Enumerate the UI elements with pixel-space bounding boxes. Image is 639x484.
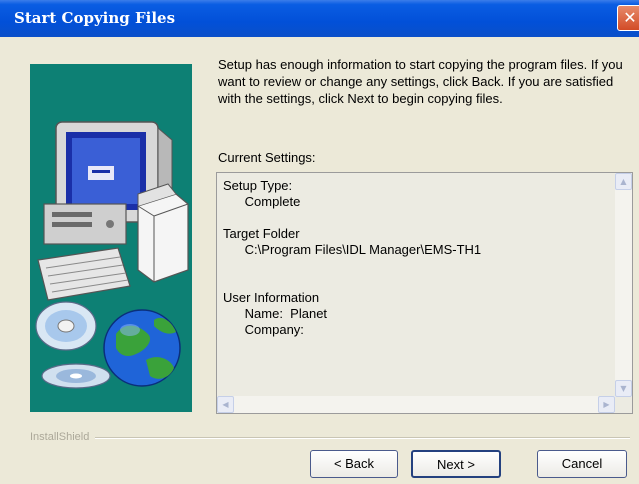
- separator-line: [30, 437, 630, 439]
- brand-separator: InstallShield: [30, 431, 630, 443]
- scroll-right-arrow[interactable]: ▶: [598, 396, 615, 413]
- vertical-scrollbar[interactable]: ▲ ▼: [615, 173, 632, 397]
- horizontal-scrollbar[interactable]: ◀ ▶: [217, 396, 615, 413]
- installshield-brand: InstallShield: [30, 431, 96, 443]
- current-settings-label: Current Settings:: [218, 150, 316, 165]
- scroll-left-arrow[interactable]: ◀: [217, 396, 234, 413]
- title-bar: Start Copying Files ✕: [0, 0, 639, 37]
- intro-text: Setup has enough information to start co…: [218, 57, 623, 106]
- cancel-button[interactable]: Cancel: [537, 450, 627, 478]
- next-button[interactable]: Next >: [411, 450, 501, 478]
- settings-textbox[interactable]: Setup Type: Complete Target Folder C:\Pr…: [216, 172, 633, 414]
- window-title: Start Copying Files: [14, 9, 176, 27]
- installer-dialog: Start Copying Files ✕ Setup has enough i…: [0, 0, 639, 484]
- scroll-down-arrow[interactable]: ▼: [615, 380, 632, 397]
- back-button[interactable]: < Back: [310, 450, 398, 478]
- globe-icon: [103, 309, 181, 387]
- settings-content: Setup Type: Complete Target Folder C:\Pr…: [223, 178, 482, 337]
- setup-illustration: [30, 64, 192, 412]
- scroll-up-arrow[interactable]: ▲: [615, 173, 632, 190]
- computer-illustration: [30, 64, 192, 412]
- close-icon: ✕: [623, 8, 637, 27]
- close-button[interactable]: ✕: [617, 5, 639, 31]
